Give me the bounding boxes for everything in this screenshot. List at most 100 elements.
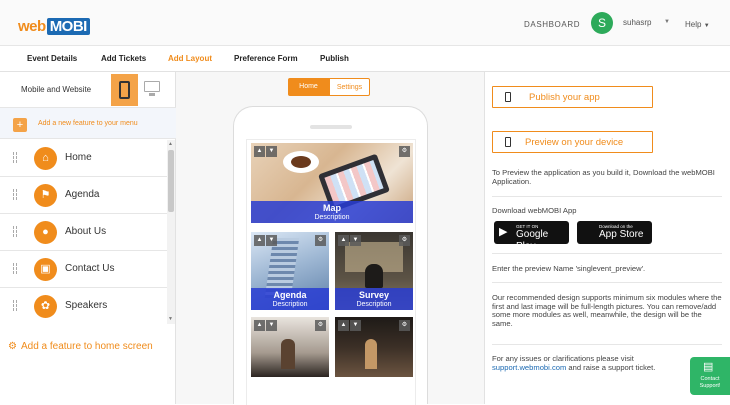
scroll-up-arrow-icon[interactable]: ▲ <box>168 141 173 147</box>
tab-add-layout[interactable]: Add Layout <box>168 54 212 63</box>
mode-label: Mobile and Website <box>21 85 92 94</box>
phone-speaker <box>310 125 352 129</box>
home-toggle-button[interactable]: Home <box>288 78 329 96</box>
plus-icon: + <box>13 118 27 132</box>
gear-icon[interactable]: ⚙ <box>399 235 410 246</box>
layout-nav-tabs: Event Details Add Tickets Add Layout Pre… <box>0 46 730 72</box>
feature-label: About Us <box>65 226 107 237</box>
list-item[interactable]: ⌂ Home <box>0 140 167 177</box>
person-image <box>365 264 383 288</box>
tile-survey[interactable]: ▲ ▼ ⚙ Survey Description <box>335 232 413 310</box>
scrollbar-thumb[interactable] <box>168 150 174 212</box>
add-menu-feature-label: Add a new feature to your menu <box>38 120 138 127</box>
tab-add-tickets[interactable]: Add Tickets <box>101 54 146 63</box>
gear-icon[interactable]: ⚙ <box>399 146 410 157</box>
preview-name-text: Enter the preview Name 'singlevent_previ… <box>492 264 646 273</box>
support-link[interactable]: support.webmobi.com <box>492 363 566 372</box>
chevron-down-icon[interactable]: ▼ <box>664 19 670 25</box>
preview-device-button[interactable]: Preview on your device <box>492 131 653 153</box>
avatar[interactable]: S <box>591 12 613 34</box>
support-text: For any issues or clarifications please … <box>492 354 656 372</box>
add-home-feature-button[interactable]: ⚙ Add a feature to home screen <box>8 341 153 352</box>
tab-preference-form[interactable]: Preference Form <box>234 54 298 63</box>
chevron-down-icon: ▼ <box>703 23 710 29</box>
divider <box>492 253 722 254</box>
contact-support-button[interactable]: ▤ Contact Support! <box>690 357 730 395</box>
feature-label: Speakers <box>65 300 108 311</box>
gear-icon: ⚙ <box>8 341 17 352</box>
preview-info-text: To Preview the application as you build … <box>492 168 715 186</box>
username[interactable]: suhasrp <box>623 18 651 27</box>
mobile-view-button[interactable] <box>111 74 138 106</box>
drag-handle-icon[interactable] <box>13 300 17 310</box>
contact-card-icon: ▣ <box>34 258 57 281</box>
speaker-image <box>365 339 377 369</box>
tile-map[interactable]: ▲ ▼ ⚙ Map Description <box>251 143 413 223</box>
feature-list: ⌂ Home ⚑ Agenda ● About Us ▣ Contact Us … <box>0 140 167 324</box>
chat-bubble-icon: ● <box>34 221 57 244</box>
move-down-icon[interactable]: ▼ <box>350 235 361 246</box>
desktop-monitor-icon[interactable] <box>144 81 160 96</box>
publish-panel: Publish your app Preview on your device … <box>485 72 730 404</box>
gear-icon[interactable]: ⚙ <box>315 235 326 246</box>
tile-caption: Map Description <box>251 201 413 223</box>
phone-frame: ▲ ▼ ⚙ Map Description ▲ ▼ ⚙ Agenda Descr… <box>233 106 428 405</box>
play-triangle-icon: ▶ <box>499 226 508 238</box>
move-up-icon[interactable]: ▲ <box>338 320 349 331</box>
speaker-person-icon: ✿ <box>34 295 57 318</box>
app-store-badge[interactable]: Download on the App Store <box>577 221 652 244</box>
scroll-down-arrow-icon[interactable]: ▼ <box>168 316 173 322</box>
divider <box>492 282 722 283</box>
webmobi-logo[interactable]: web MOBI <box>18 18 90 35</box>
drag-handle-icon[interactable] <box>13 189 17 199</box>
drag-handle-icon[interactable] <box>13 152 17 162</box>
divider <box>492 196 722 197</box>
mobile-phone-icon <box>505 137 511 147</box>
move-down-icon[interactable]: ▼ <box>266 146 277 157</box>
list-item[interactable]: ⚑ Agenda <box>0 177 167 214</box>
move-down-icon[interactable]: ▼ <box>266 320 277 331</box>
phone-screen: ▲ ▼ ⚙ Map Description ▲ ▼ ⚙ Agenda Descr… <box>246 139 416 405</box>
list-item[interactable]: ✿ Speakers <box>0 288 167 324</box>
tile-speaker-photo[interactable]: ▲ ▼ ⚙ <box>251 317 329 377</box>
speaker-image <box>281 339 295 369</box>
list-item[interactable]: ▣ Contact Us <box>0 251 167 288</box>
add-menu-feature-button[interactable]: + Add a new feature to your menu <box>0 107 176 139</box>
google-play-badge[interactable]: ▶ GET IT ON Google Play <box>494 221 569 252</box>
settings-toggle-button[interactable]: Settings <box>329 78 370 96</box>
chat-bubbles-icon: ▤ <box>703 361 714 373</box>
gear-icon[interactable]: ⚙ <box>399 320 410 331</box>
tile-stage-photo[interactable]: ▲ ▼ ⚙ <box>335 317 413 377</box>
move-down-icon[interactable]: ▼ <box>350 320 361 331</box>
tab-publish[interactable]: Publish <box>320 54 349 63</box>
download-title: Download webMOBI App <box>492 206 577 215</box>
move-up-icon[interactable]: ▲ <box>254 235 265 246</box>
publish-app-button[interactable]: Publish your app <box>492 86 653 108</box>
tile-caption: Survey Description <box>335 288 413 310</box>
dashboard-link[interactable]: DASHBOARD <box>524 20 580 29</box>
tab-event-details[interactable]: Event Details <box>27 54 77 63</box>
divider <box>492 344 722 345</box>
feature-label: Home <box>65 152 92 163</box>
list-item[interactable]: ● About Us <box>0 214 167 251</box>
drag-handle-icon[interactable] <box>13 263 17 273</box>
mobile-phone-icon <box>505 92 511 102</box>
move-up-icon[interactable]: ▲ <box>254 146 265 157</box>
move-up-icon[interactable]: ▲ <box>254 320 265 331</box>
tile-caption: Agenda Description <box>251 288 329 310</box>
feature-label: Agenda <box>65 189 100 200</box>
top-bar: web MOBI DASHBOARD S suhasrp ▼ Help ▼ <box>0 0 730 46</box>
mobile-phone-icon <box>119 81 130 99</box>
design-note: Our recommended design supports minimum … <box>492 293 722 328</box>
help-menu[interactable]: Help ▼ <box>685 20 710 29</box>
phone-preview-panel: Home Settings ▲ ▼ ⚙ Map Description ▲ ▼ … <box>176 72 485 405</box>
drag-handle-icon[interactable] <box>13 226 17 236</box>
feature-list-scrollbar[interactable]: ▲ ▼ <box>167 140 175 324</box>
feature-sidebar: Mobile and Website + Add a new feature t… <box>0 72 176 404</box>
move-up-icon[interactable]: ▲ <box>338 235 349 246</box>
tile-agenda[interactable]: ▲ ▼ ⚙ Agenda Description <box>251 232 329 310</box>
move-down-icon[interactable]: ▼ <box>266 235 277 246</box>
gear-icon[interactable]: ⚙ <box>315 320 326 331</box>
feature-label: Contact Us <box>65 263 115 274</box>
coffee-cup-image <box>283 151 319 173</box>
